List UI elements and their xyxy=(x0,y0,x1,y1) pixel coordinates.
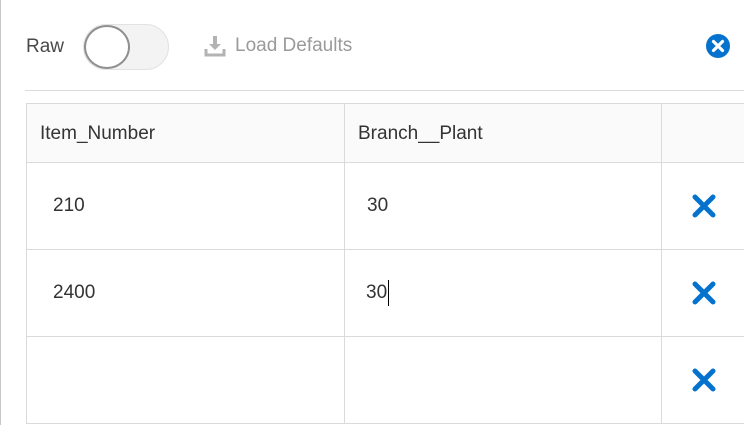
branch-plant-cell xyxy=(344,336,662,424)
x-icon xyxy=(692,281,715,305)
toolbar: Raw Load Defaults xyxy=(1,0,744,90)
branch-plant-input[interactable]: 30 xyxy=(366,278,390,308)
header-row: Item_Number Branch__Plant xyxy=(26,103,744,163)
table-row xyxy=(26,336,744,424)
load-defaults-button[interactable]: Load Defaults xyxy=(204,33,352,59)
raw-toggle[interactable] xyxy=(83,24,169,70)
item-number-cell xyxy=(26,336,345,424)
item-number-input[interactable] xyxy=(27,337,344,423)
load-defaults-label: Load Defaults xyxy=(235,35,353,56)
x-icon xyxy=(692,194,715,218)
delete-row-button[interactable] xyxy=(662,163,744,249)
delete-row-button[interactable] xyxy=(662,337,744,423)
column-header-item-number: Item_Number xyxy=(26,103,345,163)
item-number-input[interactable] xyxy=(27,163,344,249)
column-header-actions xyxy=(661,103,744,163)
text-caret xyxy=(388,279,390,306)
branch-plant-input[interactable] xyxy=(345,337,661,423)
item-number-cell xyxy=(26,249,345,337)
delete-cell xyxy=(661,162,744,250)
column-header-label: Branch__Plant xyxy=(358,123,483,144)
table-row: 30 xyxy=(26,249,744,337)
raw-label: Raw xyxy=(26,36,65,57)
branch-plant-input[interactable] xyxy=(345,163,661,249)
x-icon xyxy=(692,368,715,392)
item-number-cell xyxy=(26,162,345,250)
toolbar-divider xyxy=(25,90,744,91)
close-circle-icon[interactable] xyxy=(706,34,730,58)
delete-cell xyxy=(661,336,744,424)
toggle-knob xyxy=(84,25,130,69)
branch-plant-value: 30 xyxy=(366,282,388,303)
delete-row-button[interactable] xyxy=(662,250,744,336)
defaults-panel: Raw Load Defaults Item_Number Branch__Pl… xyxy=(0,0,744,425)
branch-plant-cell: 30 xyxy=(344,249,662,337)
table-row xyxy=(26,162,744,250)
download-icon xyxy=(204,36,226,57)
item-number-input[interactable] xyxy=(27,250,344,336)
column-header-label xyxy=(662,132,744,134)
column-header-branch-plant: Branch__Plant xyxy=(344,103,662,163)
defaults-grid: Item_Number Branch__Plant 210 30 2400 30 xyxy=(26,103,744,424)
column-header-label: Item_Number xyxy=(40,123,156,144)
branch-plant-cell xyxy=(344,162,662,250)
delete-cell xyxy=(661,249,744,337)
